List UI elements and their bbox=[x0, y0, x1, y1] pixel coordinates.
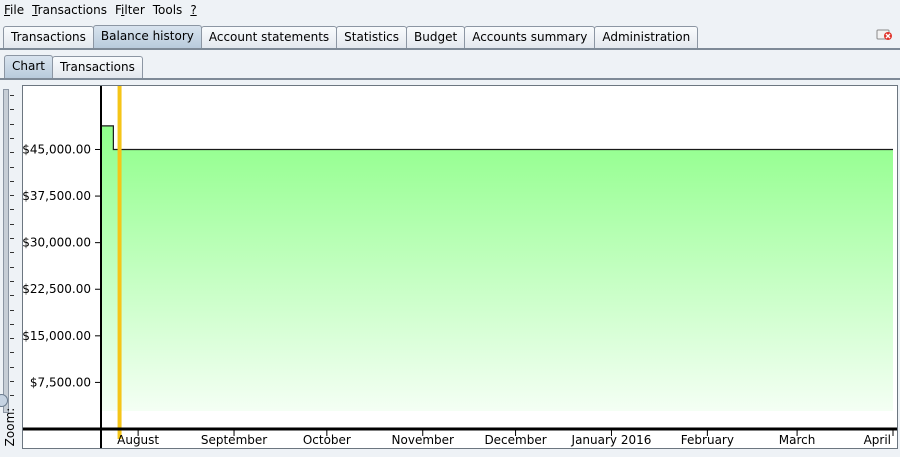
zoom-tick bbox=[10, 180, 14, 182]
tab-balance-history[interactable]: Balance history bbox=[92, 25, 202, 48]
x-tick-label: August bbox=[117, 433, 159, 447]
tab-strip-divider bbox=[0, 48, 900, 50]
menu-item-2[interactable]: Filter bbox=[111, 0, 149, 20]
zoom-tick bbox=[10, 366, 14, 368]
zoom-tick bbox=[10, 137, 14, 139]
zoom-track[interactable] bbox=[3, 89, 9, 413]
zoom-tick bbox=[10, 280, 14, 282]
x-tick-label: February bbox=[681, 433, 734, 447]
balance-line bbox=[101, 125, 893, 151]
x-tick-label: December bbox=[484, 433, 546, 447]
menu-bar: File Transactions Filter Tools? bbox=[0, 0, 900, 20]
zoom-tick bbox=[10, 166, 14, 168]
balance-chart[interactable]: $7,500.00 $15,000.00 $22,500.00 $30,000.00 $… bbox=[22, 85, 898, 449]
x-tick-label: September bbox=[201, 433, 267, 447]
sub-tab-divider bbox=[0, 78, 900, 80]
subtab-transactions[interactable]: Transactions bbox=[51, 56, 143, 78]
x-tick-label: October bbox=[303, 433, 351, 447]
zoom-tick bbox=[10, 323, 14, 325]
y-tick-label: $15,000.00 bbox=[23, 329, 91, 343]
sub-tab-strip: Chart Transactions bbox=[4, 55, 143, 79]
zoom-tick bbox=[10, 395, 14, 397]
tab-budget[interactable]: Budget bbox=[406, 26, 466, 48]
tab-statistics[interactable]: Statistics bbox=[336, 26, 408, 48]
y-tick-label: $7,500.00 bbox=[30, 375, 91, 389]
x-tick-label: January 2016 bbox=[571, 433, 652, 447]
menu-item-1[interactable]: Transactions bbox=[28, 0, 111, 20]
subtab-chart[interactable]: Chart bbox=[4, 55, 53, 78]
zoom-tick bbox=[10, 266, 14, 268]
zoom-tick bbox=[10, 209, 14, 211]
chart-canvas[interactable]: $7,500.00 $15,000.00 $22,500.00 $30,000.00 $… bbox=[22, 86, 897, 448]
zoom-tick bbox=[10, 95, 14, 96]
zoom-tick bbox=[10, 152, 14, 154]
tab-transactions[interactable]: Transactions bbox=[3, 26, 94, 48]
main-tab-strip: Transactions Balance history Account state… bbox=[3, 25, 699, 49]
menu-item-4[interactable]: ? bbox=[186, 0, 200, 20]
x-tick-label: April bbox=[864, 433, 891, 447]
zoom-tick bbox=[10, 295, 14, 297]
zoom-slider[interactable]: Zoom: bbox=[0, 85, 20, 447]
y-tick-label: $30,000.00 bbox=[23, 236, 91, 250]
close-tab-icon[interactable] bbox=[876, 27, 894, 41]
zoom-label: Zoom: bbox=[3, 407, 17, 447]
tab-account-statements[interactable]: Account statements bbox=[200, 26, 338, 48]
x-tick-label: November bbox=[392, 433, 454, 447]
zoom-tick bbox=[10, 223, 14, 225]
date-cursor[interactable] bbox=[117, 86, 122, 439]
tab-accounts-summary[interactable]: Accounts summary bbox=[464, 26, 596, 48]
zoom-tick bbox=[10, 309, 14, 311]
zoom-tick bbox=[10, 338, 14, 340]
menu-item-0[interactable]: File bbox=[0, 0, 28, 20]
y-tick-label: $22,500.00 bbox=[23, 282, 91, 296]
zoom-tick bbox=[10, 195, 14, 197]
zoom-tick bbox=[10, 238, 14, 239]
menu-item-3[interactable]: Tools bbox=[149, 0, 187, 20]
balance-area bbox=[101, 125, 893, 411]
zoom-tick bbox=[10, 123, 14, 125]
zoom-tick bbox=[10, 381, 14, 382]
tab-administration[interactable]: Administration bbox=[594, 26, 699, 48]
zoom-tick bbox=[10, 352, 14, 354]
zoom-tick bbox=[10, 109, 14, 111]
y-tick-label: $45,000.00 bbox=[23, 142, 91, 156]
x-tick-label: March bbox=[779, 433, 816, 447]
y-tick-label: $37,500.00 bbox=[23, 189, 91, 203]
zoom-tick bbox=[10, 252, 14, 254]
